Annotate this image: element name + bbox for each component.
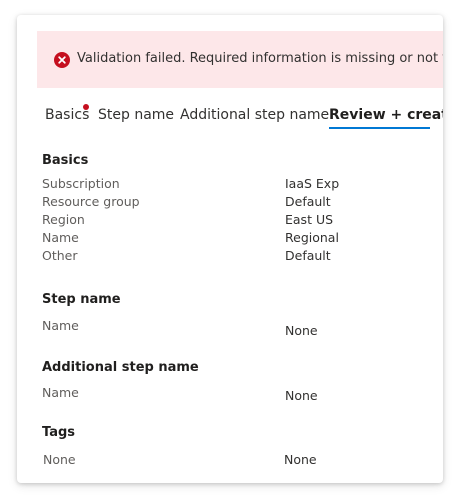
tags-label: None — [43, 452, 76, 467]
tab-review-create[interactable]: Review + create — [329, 107, 443, 123]
active-tab-indicator — [329, 127, 430, 129]
section-title-tags: Tags — [42, 425, 76, 440]
step-name-label: Name — [42, 318, 79, 333]
step-name-value: None — [285, 323, 318, 338]
tab-basics[interactable]: Basics — [45, 107, 89, 123]
section-title-step-name: Step name — [42, 292, 121, 307]
resource-group-value: Default — [285, 194, 331, 209]
name-value: Regional — [285, 230, 339, 245]
subscription-label: Subscription — [42, 176, 120, 191]
name-label: Name — [42, 230, 79, 245]
section-title-additional-step-name: Additional step name — [42, 360, 199, 375]
additional-step-name-value: None — [285, 388, 318, 403]
validation-error-message: Validation failed. Required information … — [77, 51, 443, 66]
other-value: Default — [285, 248, 331, 263]
tab-error-indicator — [83, 104, 89, 110]
tab-additional-step-name[interactable]: Additional step name — [180, 107, 329, 123]
region-label: Region — [42, 212, 85, 227]
region-value: East US — [285, 212, 334, 227]
additional-step-name-label: Name — [42, 385, 79, 400]
tab-step-name[interactable]: Step name — [98, 107, 174, 123]
other-label: Other — [42, 248, 78, 263]
review-create-panel: Validation failed. Required information … — [17, 15, 443, 483]
subscription-value: IaaS Exp — [285, 176, 340, 191]
resource-group-label: Resource group — [42, 194, 140, 209]
tags-value: None — [284, 452, 317, 467]
section-title-basics: Basics — [42, 153, 89, 168]
error-circle-icon — [54, 52, 70, 68]
validation-error-banner: Validation failed. Required information … — [37, 31, 443, 88]
